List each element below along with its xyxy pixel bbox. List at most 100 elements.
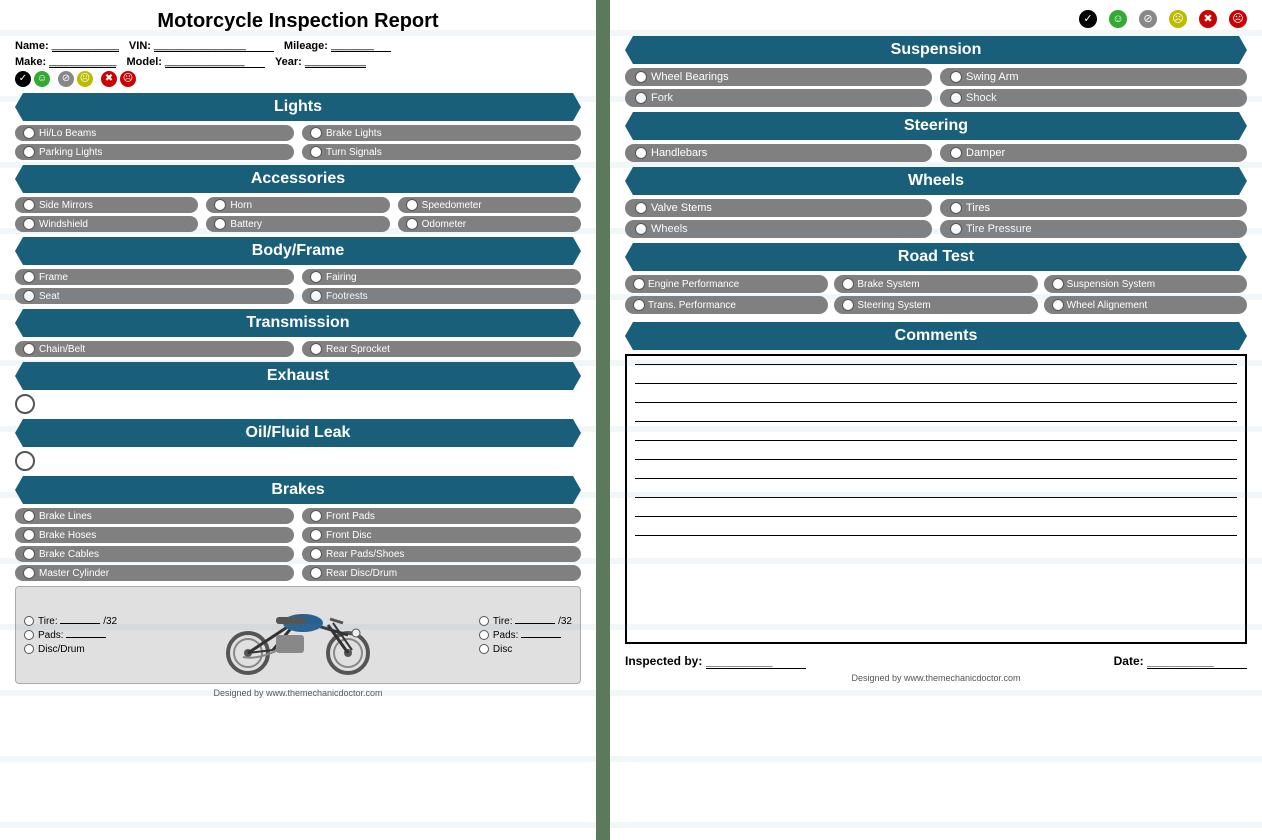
seat-label: Seat [39, 291, 60, 302]
front-pads-circle[interactable] [310, 510, 322, 522]
steering-items: Handlebars Damper [625, 144, 1247, 162]
fairing-circle[interactable] [310, 271, 322, 283]
battery-item[interactable]: Battery [206, 216, 389, 232]
brake-cables-circle[interactable] [23, 548, 35, 560]
exhaust-circle[interactable] [15, 394, 35, 414]
parking-lights-label: Parking Lights [39, 147, 102, 158]
left-disc-circle[interactable] [24, 644, 34, 654]
oil-fluid-circle[interactable] [15, 451, 35, 471]
brake-system-item[interactable]: Brake System [834, 275, 1037, 293]
brake-lines-item[interactable]: Brake Lines [15, 508, 294, 524]
hi-lo-beams-item[interactable]: Hi/Lo Beams [15, 125, 294, 141]
right-pads-circle[interactable] [479, 630, 489, 640]
steering-system-circle[interactable] [842, 299, 854, 311]
footrests-circle[interactable] [310, 290, 322, 302]
windshield-circle[interactable] [23, 218, 35, 230]
rear-sprocket-item[interactable]: Rear Sprocket [302, 341, 581, 357]
engine-performance-item[interactable]: Engine Performance [625, 275, 828, 293]
handlebars-item[interactable]: Handlebars [625, 144, 932, 162]
turn-signals-item[interactable]: Turn Signals [302, 144, 581, 160]
side-mirrors-item[interactable]: Side Mirrors [15, 197, 198, 213]
brake-lights-item[interactable]: Brake Lights [302, 125, 581, 141]
comments-header: Comments [625, 322, 1247, 350]
odometer-label: Odometer [422, 219, 466, 230]
speedometer-item[interactable]: Speedometer [398, 197, 581, 213]
front-disc-item[interactable]: Front Disc [302, 527, 581, 543]
frame-item[interactable]: Frame [15, 269, 294, 285]
comment-line-10 [635, 535, 1237, 536]
suspension-system-item[interactable]: Suspension System [1044, 275, 1247, 293]
engine-performance-circle[interactable] [633, 278, 645, 290]
swing-arm-label: Swing Arm [966, 71, 1019, 83]
left-tire-circle[interactable] [24, 616, 34, 626]
frame-circle[interactable] [23, 271, 35, 283]
valve-stems-circle[interactable] [635, 202, 647, 214]
shock-item[interactable]: Shock [940, 89, 1247, 107]
brake-cables-item[interactable]: Brake Cables [15, 546, 294, 562]
brake-lights-circle[interactable] [310, 127, 322, 139]
wheels-item[interactable]: Wheels [625, 220, 932, 238]
footrests-item[interactable]: Footrests [302, 288, 581, 304]
right-tire-circle[interactable] [479, 616, 489, 626]
swing-arm-circle[interactable] [950, 71, 962, 83]
tire-pressure-circle[interactable] [950, 223, 962, 235]
wheel-bearings-item[interactable]: Wheel Bearings [625, 68, 932, 86]
parking-lights-circle[interactable] [23, 146, 35, 158]
lights-items: Hi/Lo Beams Brake Lights Parking Lights … [15, 125, 581, 160]
accessories-items: Side Mirrors Horn Speedometer Windshield… [15, 197, 581, 232]
side-mirrors-circle[interactable] [23, 199, 35, 211]
wheels-circle[interactable] [635, 223, 647, 235]
tires-item[interactable]: Tires [940, 199, 1247, 217]
battery-circle[interactable] [214, 218, 226, 230]
fork-item[interactable]: Fork [625, 89, 932, 107]
wheel-bearings-circle[interactable] [635, 71, 647, 83]
brake-system-circle[interactable] [842, 278, 854, 290]
damper-item[interactable]: Damper [940, 144, 1247, 162]
front-disc-circle[interactable] [310, 529, 322, 541]
brake-lines-circle[interactable] [23, 510, 35, 522]
rear-pads-circle[interactable] [310, 548, 322, 560]
tire-pressure-item[interactable]: Tire Pressure [940, 220, 1247, 238]
fork-circle[interactable] [635, 92, 647, 104]
handlebars-circle[interactable] [635, 147, 647, 159]
horn-item[interactable]: Horn [206, 197, 389, 213]
chain-belt-circle[interactable] [23, 343, 35, 355]
rear-sprocket-circle[interactable] [310, 343, 322, 355]
turn-signals-circle[interactable] [310, 146, 322, 158]
wheel-alignment-circle[interactable] [1052, 299, 1064, 311]
fairing-item[interactable]: Fairing [302, 269, 581, 285]
speedometer-circle[interactable] [406, 199, 418, 211]
brake-hoses-circle[interactable] [23, 529, 35, 541]
front-pads-item[interactable]: Front Pads [302, 508, 581, 524]
trans-performance-circle[interactable] [633, 299, 645, 311]
left-pads-circle[interactable] [24, 630, 34, 640]
master-cylinder-item[interactable]: Master Cylinder [15, 565, 294, 581]
rear-pads-item[interactable]: Rear Pads/Shoes [302, 546, 581, 562]
tires-circle[interactable] [950, 202, 962, 214]
seat-circle[interactable] [23, 290, 35, 302]
steering-header: Steering [625, 112, 1247, 140]
master-cylinder-circle[interactable] [23, 567, 35, 579]
valve-stems-item[interactable]: Valve Stems [625, 199, 932, 217]
hi-lo-beams-circle[interactable] [23, 127, 35, 139]
rear-disc-item[interactable]: Rear Disc/Drum [302, 565, 581, 581]
damper-circle[interactable] [950, 147, 962, 159]
parking-lights-item[interactable]: Parking Lights [15, 144, 294, 160]
chain-belt-item[interactable]: Chain/Belt [15, 341, 294, 357]
comments-box[interactable] [625, 354, 1247, 644]
year-field: Year: __________ [275, 55, 366, 68]
wheel-alignment-item[interactable]: Wheel Alignement [1044, 296, 1247, 314]
trans-performance-item[interactable]: Trans. Performance [625, 296, 828, 314]
odometer-item[interactable]: Odometer [398, 216, 581, 232]
odometer-circle[interactable] [406, 218, 418, 230]
swing-arm-item[interactable]: Swing Arm [940, 68, 1247, 86]
steering-system-item[interactable]: Steering System [834, 296, 1037, 314]
seat-item[interactable]: Seat [15, 288, 294, 304]
windshield-item[interactable]: Windshield [15, 216, 198, 232]
horn-circle[interactable] [214, 199, 226, 211]
suspension-system-circle[interactable] [1052, 278, 1064, 290]
right-disc-circle[interactable] [479, 644, 489, 654]
rear-disc-circle[interactable] [310, 567, 322, 579]
shock-circle[interactable] [950, 92, 962, 104]
brake-hoses-item[interactable]: Brake Hoses [15, 527, 294, 543]
